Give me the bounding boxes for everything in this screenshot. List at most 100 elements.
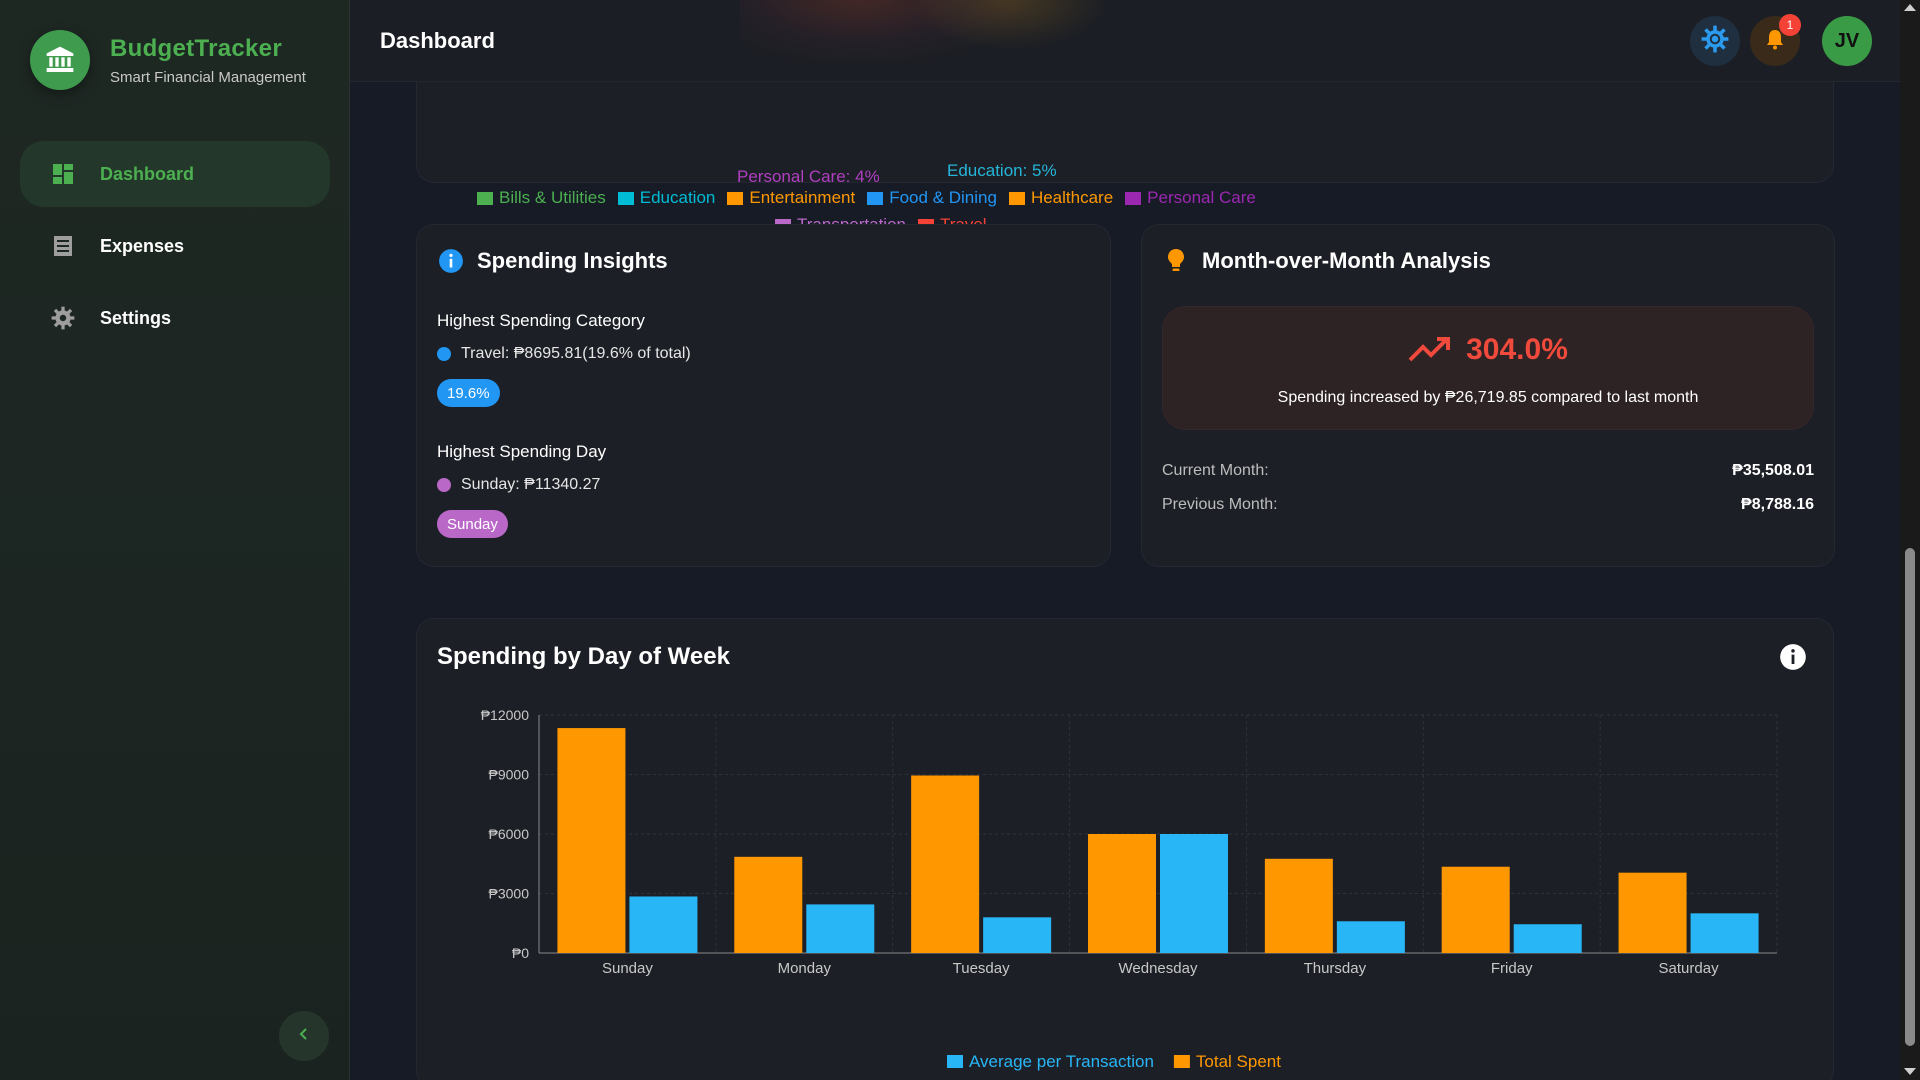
legend-swatch <box>867 191 884 205</box>
category-dot <box>437 347 451 361</box>
card-title: Spending Insights <box>437 247 668 275</box>
legend-label: Healthcare <box>1030 188 1114 207</box>
bar-average-per-transaction <box>1513 924 1582 953</box>
current-month-label: Current Month: <box>1162 462 1269 479</box>
sidebar-item-label: Settings <box>100 307 172 328</box>
legend-label: Total Spent <box>1196 1052 1281 1071</box>
scroll-up-arrow[interactable] <box>1904 4 1916 11</box>
legend-item[interactable]: Personal Care <box>1125 188 1256 208</box>
page-scrollbar[interactable] <box>1900 0 1920 1080</box>
bank-icon <box>30 30 90 90</box>
pie-label-personal-care: Personal Care: 4% <box>737 167 880 186</box>
category-pill: 19.6% <box>437 379 500 407</box>
mom-description: Spending increased by ₱26,719.85 compare… <box>1277 389 1699 406</box>
day-dot <box>437 478 451 492</box>
legend-swatch <box>1125 191 1142 205</box>
brand: BudgetTracker Smart Financial Management <box>30 30 306 90</box>
avatar[interactable]: JV <box>1822 16 1872 66</box>
chevron-left-icon <box>296 1026 312 1047</box>
y-tick-label: ₱6000 <box>489 826 530 842</box>
y-tick-label: ₱0 <box>512 945 529 961</box>
receipt-icon <box>50 233 76 259</box>
sidebar: BudgetTracker Smart Financial Management… <box>0 0 350 1080</box>
brand-title: BudgetTracker <box>110 34 282 62</box>
sidebar-item-dashboard[interactable]: Dashboard <box>20 141 330 207</box>
current-month-row: Current Month: ₱35,508.01 <box>1162 462 1814 480</box>
legend-item[interactable]: Entertainment <box>727 188 855 208</box>
bar-average-per-transaction <box>1336 921 1405 953</box>
legend-label: Entertainment <box>749 188 856 207</box>
y-tick-label: ₱3000 <box>489 886 530 902</box>
info-icon <box>437 247 465 275</box>
spending-insights-card: Spending Insights Highest Spending Categ… <box>416 224 1111 567</box>
legend-swatch <box>477 191 493 205</box>
notification-badge: 1 <box>1779 14 1801 36</box>
highest-day-line: Sunday: ₱11340.27 <box>437 476 600 494</box>
bar-total-spent <box>1088 834 1156 953</box>
spending-insights-title: Spending Insights <box>477 248 668 273</box>
bar-average-per-transaction <box>806 904 875 953</box>
bar-total-spent <box>1441 866 1510 953</box>
y-tick-label: ₱9000 <box>489 767 530 783</box>
legend-label: Food & Dining <box>889 188 997 207</box>
highest-category-text: Travel: ₱8695.81(19.6% of total) <box>461 345 691 362</box>
sidebar-item-expenses[interactable]: Expenses <box>20 213 330 279</box>
bar-total-spent <box>734 856 803 953</box>
scroll-thumb[interactable] <box>1905 548 1915 1046</box>
legend-swatch <box>1008 191 1025 205</box>
category-legend-row: Bills & Utilities Education Entertainment F… <box>477 188 1268 208</box>
x-tick-label: Sunday <box>602 960 653 977</box>
legend-item[interactable]: Bills & Utilities <box>477 188 606 208</box>
x-tick-label: Monday <box>778 960 832 977</box>
legend-swatch <box>617 191 634 205</box>
x-tick-label: Thursday <box>1304 960 1367 977</box>
dashboard-icon <box>50 161 76 187</box>
header-glow <box>910 0 1110 50</box>
main-content: Personal Care: 4% Education: 5% Bills & … <box>350 82 1900 1080</box>
mom-percent: 304.0% <box>1163 333 1813 367</box>
legend-label: Average per Transaction <box>969 1052 1154 1071</box>
legend-swatch <box>1173 1055 1190 1068</box>
legend-label: Bills & Utilities <box>499 188 606 207</box>
legend-label: Personal Care <box>1147 188 1256 207</box>
x-tick-label: Tuesday <box>953 960 1010 977</box>
trending-up-icon <box>1408 336 1452 364</box>
legend-item[interactable]: Education <box>617 188 716 208</box>
legend-item[interactable]: Healthcare <box>1008 188 1114 208</box>
x-tick-label: Saturday <box>1659 960 1720 977</box>
x-tick-label: Wednesday <box>1119 960 1198 977</box>
bar-average-per-transaction <box>629 896 698 953</box>
legend-label: Education <box>639 188 716 207</box>
current-month-value: ₱35,508.01 <box>1732 462 1814 479</box>
sidebar-item-label: Dashboard <box>100 163 195 184</box>
legend-item[interactable]: Food & Dining <box>867 188 997 208</box>
previous-month-row: Previous Month: ₱8,788.16 <box>1162 496 1814 514</box>
category-chart-card: Personal Care: 4% Education: 5% Bills & … <box>416 82 1834 234</box>
sidebar-item-settings[interactable]: Settings <box>20 285 330 351</box>
bar-total-spent <box>1264 858 1333 953</box>
day-of-week-bar-chart: ₱0 ₱3000 ₱6000 ₱9000 ₱12000 Sunday Monday Tuesd… <box>481 707 1778 1071</box>
bar-average-per-transaction <box>983 917 1052 953</box>
notifications-button[interactable]: 1 <box>1750 14 1801 66</box>
pie-label-education: Education: 5% <box>947 161 1057 180</box>
scroll-down-arrow[interactable] <box>1904 1068 1916 1075</box>
mom-highlight: 304.0% Spending increased by ₱26,719.85 … <box>1162 306 1814 430</box>
previous-month-label: Previous Month: <box>1162 496 1278 513</box>
theme-toggle-button[interactable] <box>1690 16 1740 66</box>
card-title: Month-over-Month Analysis <box>1162 247 1491 275</box>
gear-icon <box>50 305 76 331</box>
highest-category-line: Travel: ₱8695.81(19.6% of total) <box>437 345 691 363</box>
lightbulb-icon <box>1162 247 1190 275</box>
sidebar-collapse-button[interactable] <box>279 1011 329 1061</box>
previous-month-value: ₱8,788.16 <box>1741 496 1814 513</box>
legend-swatch <box>947 1055 963 1068</box>
mom-percent-value: 304.0% <box>1466 333 1568 366</box>
sidebar-item-label: Expenses <box>100 235 185 256</box>
month-over-month-card: Month-over-Month Analysis 304.0% Spendin… <box>1141 224 1835 567</box>
bar-total-spent <box>911 775 980 953</box>
brand-subtitle: Smart Financial Management <box>110 68 306 86</box>
highest-day-heading: Highest Spending Day <box>437 442 607 461</box>
bar-average-per-transaction <box>1160 834 1228 953</box>
page-title: Dashboard <box>380 28 495 53</box>
bar-total-spent <box>1618 872 1687 953</box>
